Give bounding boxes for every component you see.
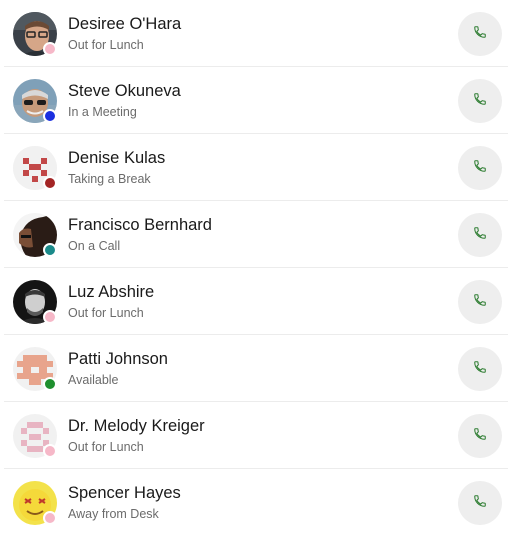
contact-status: Out for Lunch <box>68 38 144 52</box>
contact-status: Taking a Break <box>68 172 151 186</box>
avatar <box>13 146 57 190</box>
contact-status: Out for Lunch <box>68 440 144 454</box>
contact-name: Steve Okuneva <box>68 82 181 100</box>
call-button[interactable] <box>458 79 502 123</box>
contact-status: Available <box>68 373 119 387</box>
status-indicator <box>43 444 57 458</box>
contact-status: On a Call <box>68 239 121 253</box>
contact-list: Desiree O'Hara Out for Lunch Steve Okune… <box>0 0 512 536</box>
contact-row[interactable]: Francisco Bernhard On a Call <box>4 201 508 268</box>
avatar <box>13 79 57 123</box>
status-indicator <box>43 243 57 257</box>
phone-icon <box>473 494 487 513</box>
status-indicator <box>43 377 57 391</box>
contact-name: Francisco Bernhard <box>68 216 212 234</box>
call-button[interactable] <box>458 347 502 391</box>
phone-icon <box>473 360 487 379</box>
contact-name: Spencer Hayes <box>68 484 181 502</box>
contact-name: Dr. Melody Kreiger <box>68 417 205 435</box>
status-indicator <box>43 176 57 190</box>
phone-icon <box>473 92 487 111</box>
contact-row[interactable]: Luz Abshire Out for Lunch <box>4 268 508 335</box>
contact-status: Out for Lunch <box>68 306 144 320</box>
avatar <box>13 481 57 525</box>
contact-status: Away from Desk <box>68 507 159 521</box>
contact-row[interactable]: Steve Okuneva In a Meeting <box>4 67 508 134</box>
phone-icon <box>473 226 487 245</box>
contact-name: Denise Kulas <box>68 149 166 167</box>
call-button[interactable] <box>458 146 502 190</box>
status-indicator <box>43 310 57 324</box>
avatar <box>13 414 57 458</box>
call-button[interactable] <box>458 414 502 458</box>
phone-icon <box>473 427 487 446</box>
avatar <box>13 347 57 391</box>
contact-row[interactable]: Dr. Melody Kreiger Out for Lunch <box>4 402 508 469</box>
contact-row[interactable]: Spencer Hayes Away from Desk <box>4 469 508 536</box>
status-indicator <box>43 511 57 525</box>
contact-status: In a Meeting <box>68 105 137 119</box>
call-button[interactable] <box>458 280 502 324</box>
phone-icon <box>473 25 487 44</box>
call-button[interactable] <box>458 12 502 56</box>
phone-icon <box>473 159 487 178</box>
avatar <box>13 12 57 56</box>
contact-name: Desiree O'Hara <box>68 15 182 33</box>
call-button[interactable] <box>458 213 502 257</box>
contact-row[interactable]: Desiree O'Hara Out for Lunch <box>4 0 508 67</box>
status-indicator <box>43 42 57 56</box>
status-indicator <box>43 109 57 123</box>
phone-icon <box>473 293 487 312</box>
contact-name: Luz Abshire <box>68 283 155 301</box>
avatar <box>13 213 57 257</box>
avatar <box>13 280 57 324</box>
contact-row[interactable]: Patti Johnson Available <box>4 335 508 402</box>
contact-row[interactable]: Denise Kulas Taking a Break <box>4 134 508 201</box>
call-button[interactable] <box>458 481 502 525</box>
contact-name: Patti Johnson <box>68 350 168 368</box>
